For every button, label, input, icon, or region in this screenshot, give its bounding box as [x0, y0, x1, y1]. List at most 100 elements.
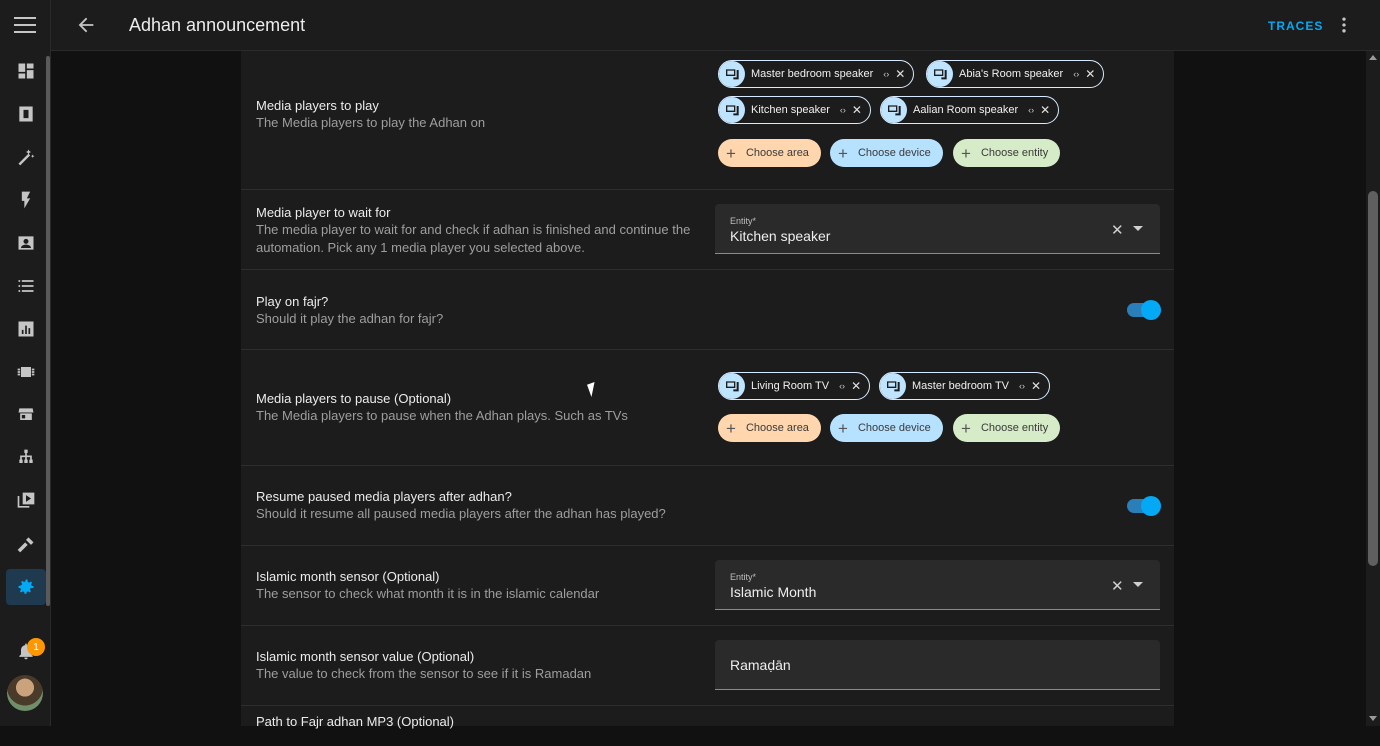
field-label: Entity*	[730, 572, 757, 582]
row-islamic-value: Islamic month sensor value (Optional) Th…	[241, 626, 1174, 706]
entity-picker[interactable]: Entity* Kitchen speaker ✕	[715, 204, 1160, 254]
expand-code-icon[interactable]: ‹›	[1019, 381, 1025, 391]
row-description: Should it resume all paused media player…	[256, 506, 666, 521]
chip-label: Master bedroom speaker	[751, 68, 874, 80]
plus-icon: +	[838, 143, 848, 163]
tv-icon	[880, 373, 906, 399]
field-value: Kitchen speaker	[730, 228, 831, 244]
choose-device-button[interactable]: + Choose device	[830, 414, 943, 442]
row-islamic-sensor: Islamic month sensor (Optional) The sens…	[241, 546, 1174, 626]
row-label: Islamic month sensor value (Optional)	[256, 649, 475, 664]
remove-icon[interactable]: ✕	[1031, 379, 1041, 393]
scroll-thumb[interactable]	[1368, 191, 1378, 566]
button-label: Choose area	[745, 147, 809, 159]
entity-chip[interactable]: Living Room TV ‹› ✕	[718, 372, 871, 400]
remove-icon[interactable]: ✕	[1040, 103, 1050, 117]
chip-icon[interactable]	[6, 354, 46, 390]
button-label: Choose entity	[980, 422, 1049, 434]
expand-code-icon[interactable]: ‹›	[839, 381, 845, 391]
wand-icon[interactable]	[6, 139, 46, 175]
choose-device-button[interactable]: + Choose device	[830, 139, 943, 167]
row-resume: Resume paused media players after adhan?…	[241, 466, 1174, 546]
choose-area-button[interactable]: + Choose area	[718, 139, 821, 167]
remove-icon[interactable]: ✕	[1085, 67, 1095, 81]
text-input[interactable]: Ramaḍān	[715, 640, 1160, 690]
page-scrollbar[interactable]	[1366, 51, 1380, 726]
entity-chip[interactable]: Aalian Room speaker ‹› ✕	[880, 96, 1060, 124]
expand-code-icon[interactable]: ‹›	[1073, 69, 1079, 79]
row-label: Play on fajr?	[256, 294, 329, 309]
dropdown-caret-icon[interactable]	[1133, 226, 1143, 231]
scroll-up-icon[interactable]	[1369, 55, 1377, 60]
field-label: Entity*	[730, 216, 757, 226]
field-value: Ramaḍān	[730, 657, 791, 673]
row-description: The Media players to pause when the Adha…	[256, 408, 628, 423]
choose-entity-button[interactable]: + Choose entity	[953, 139, 1061, 167]
button-label: Choose area	[745, 422, 809, 434]
fajr-toggle[interactable]	[1127, 300, 1161, 320]
row-description: The sensor to check what month it is in …	[256, 586, 600, 601]
remove-icon[interactable]: ✕	[851, 379, 861, 393]
chip-label: Aalian Room speaker	[913, 104, 1019, 116]
button-label: Choose device	[857, 147, 931, 159]
choose-area-button[interactable]: + Choose area	[718, 414, 821, 442]
row-label: Media players to play	[256, 98, 379, 113]
scroll-down-icon[interactable]	[1369, 716, 1377, 721]
speaker-icon	[927, 61, 953, 87]
toggle-knob	[1141, 300, 1161, 320]
clear-icon[interactable]: ✕	[1111, 577, 1124, 595]
sidebar: 1	[0, 0, 51, 726]
chip-label: Master bedroom TV	[912, 380, 1010, 392]
plus-icon: +	[838, 418, 848, 438]
remove-icon[interactable]: ✕	[895, 67, 905, 81]
speaker-icon	[881, 97, 907, 123]
menu-icon[interactable]	[14, 16, 36, 34]
button-label: Choose entity	[980, 147, 1049, 159]
account-box-icon[interactable]	[6, 225, 46, 261]
expand-code-icon[interactable]: ‹›	[883, 69, 889, 79]
media-icon[interactable]	[6, 483, 46, 519]
expand-code-icon[interactable]: ‹›	[840, 105, 846, 115]
dropdown-caret-icon[interactable]	[1133, 582, 1143, 587]
list-icon[interactable]	[6, 268, 46, 304]
hacs-icon[interactable]	[6, 397, 46, 433]
row-description: The Media players to play the Adhan on	[256, 115, 486, 130]
notification-badge: 1	[27, 638, 45, 656]
plus-icon: +	[961, 418, 971, 438]
row-media-pause: Media players to pause (Optional) The Me…	[241, 350, 1174, 466]
device-panel-icon[interactable]	[6, 96, 46, 132]
row-label: Path to Fajr adhan MP3 (Optional)	[256, 714, 454, 729]
expand-code-icon[interactable]: ‹›	[1028, 105, 1034, 115]
entity-chip[interactable]: Kitchen speaker ‹› ✕	[718, 96, 871, 124]
back-arrow-icon[interactable]	[75, 14, 97, 36]
clear-icon[interactable]: ✕	[1111, 221, 1124, 239]
choose-entity-button[interactable]: + Choose entity	[953, 414, 1061, 442]
plus-icon: +	[961, 143, 971, 163]
more-options-icon[interactable]	[1334, 15, 1354, 35]
entity-chip[interactable]: Master bedroom TV ‹› ✕	[879, 372, 1051, 400]
chart-icon[interactable]	[6, 311, 46, 347]
entity-picker[interactable]: Entity* Islamic Month ✕	[715, 560, 1160, 610]
row-label: Media player to wait for	[256, 205, 391, 220]
chip-label: Abia's Room speaker	[959, 68, 1064, 80]
resume-toggle[interactable]	[1127, 496, 1161, 516]
network-icon[interactable]	[6, 440, 46, 476]
row-label: Islamic month sensor (Optional)	[256, 569, 440, 584]
hammer-icon[interactable]	[6, 526, 46, 562]
traces-button[interactable]: TRACES	[1268, 19, 1323, 33]
row-description: Should it play the adhan for fajr?	[256, 311, 444, 326]
gear-icon[interactable]	[6, 569, 46, 605]
remove-icon[interactable]: ✕	[852, 103, 862, 117]
plus-icon: +	[726, 418, 736, 438]
lightning-icon[interactable]	[6, 182, 46, 218]
dashboard-icon[interactable]	[6, 53, 46, 89]
app-header: Adhan announcement TRACES	[51, 0, 1380, 51]
sidebar-scrollbar[interactable]	[46, 56, 50, 606]
row-fajr: Play on fajr? Should it play the adhan f…	[241, 270, 1174, 350]
entity-chip[interactable]: Master bedroom speaker ‹› ✕	[718, 60, 915, 88]
row-label: Resume paused media players after adhan?	[256, 489, 512, 504]
entity-chip[interactable]: Abia's Room speaker ‹› ✕	[926, 60, 1105, 88]
avatar[interactable]	[7, 675, 43, 711]
speaker-icon	[719, 97, 745, 123]
page-title: Adhan announcement	[129, 15, 306, 35]
